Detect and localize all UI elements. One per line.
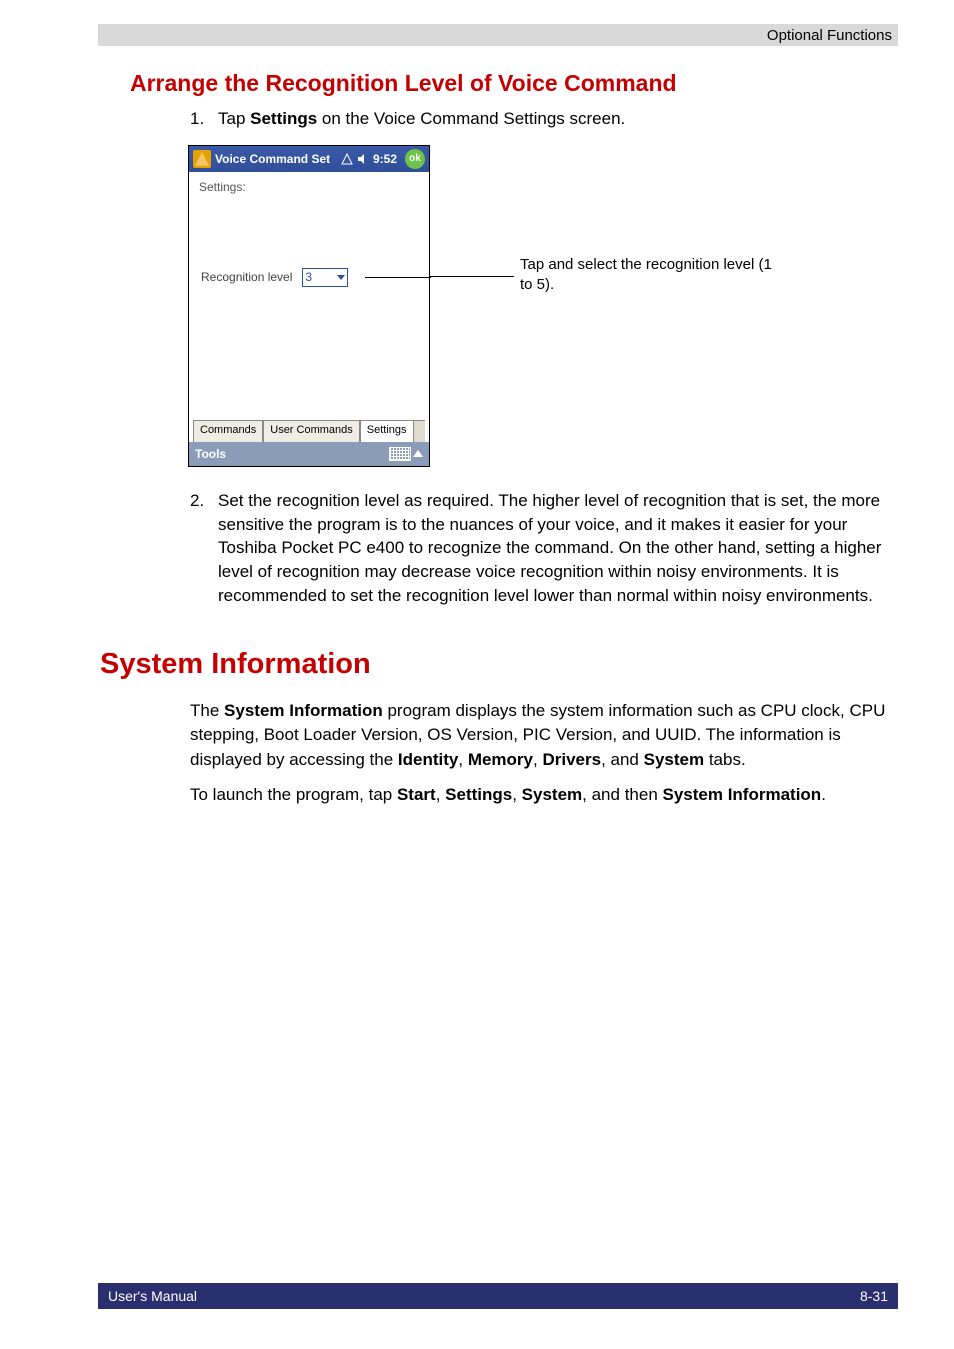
- device-tabs: Commands User Commands Settings: [193, 420, 425, 442]
- tab-settings[interactable]: Settings: [360, 420, 414, 442]
- section-label: Optional Functions: [767, 27, 892, 44]
- callout-leader-line-ext: [430, 276, 514, 277]
- tools-menu[interactable]: Tools: [195, 447, 226, 461]
- step-1: 1. Tap Settings on the Voice Command Set…: [190, 107, 898, 131]
- app-title: Voice Command Set: [215, 152, 330, 166]
- screenshot-with-callout: Voice Command Set 9:52 ok Settings: Reco…: [188, 145, 898, 467]
- step-number: 1.: [190, 107, 218, 131]
- recognition-row: Recognition level 3: [201, 268, 348, 287]
- keyboard-icon: [389, 447, 411, 461]
- step-text: Set the recognition level as required. T…: [218, 489, 898, 608]
- step-2: 2. Set the recognition level as required…: [190, 489, 898, 608]
- recognition-level-value: 3: [305, 270, 312, 284]
- tab-user-commands[interactable]: User Commands: [263, 420, 360, 442]
- signal-icon: [341, 153, 353, 165]
- status-icons: 9:52 ok: [341, 149, 425, 169]
- chapter-heading: System Information: [100, 648, 898, 681]
- tabs-fill: [414, 420, 425, 442]
- recognition-level-dropdown[interactable]: 3: [302, 268, 348, 287]
- input-panel-toggle[interactable]: [389, 447, 423, 461]
- start-icon: [193, 150, 211, 168]
- paragraph: To launch the program, tap Start, Settin…: [190, 783, 898, 808]
- device-body: Settings: Recognition level 3: [193, 172, 425, 418]
- device-screenshot: Voice Command Set 9:52 ok Settings: Reco…: [188, 145, 430, 467]
- device-toolbar: Tools: [189, 442, 429, 466]
- arrow-up-icon: [413, 450, 423, 457]
- ok-button[interactable]: ok: [405, 149, 425, 169]
- callout-text: Tap and select the recognition level (1 …: [520, 255, 780, 296]
- chevron-down-icon: [337, 275, 345, 280]
- callout-leader-line: [365, 277, 431, 278]
- step-number: 2.: [190, 489, 218, 608]
- tab-commands[interactable]: Commands: [193, 420, 263, 442]
- page-content: Arrange the Recognition Level of Voice C…: [130, 70, 898, 807]
- page-footer: User's Manual 8-31: [98, 1283, 898, 1309]
- recognition-label: Recognition level: [201, 270, 292, 284]
- footer-left: User's Manual: [108, 1288, 197, 1304]
- footer-page-number: 8-31: [860, 1288, 888, 1304]
- page-header: Optional Functions: [98, 24, 898, 46]
- clock-time: 9:52: [373, 152, 397, 166]
- speaker-icon: [357, 153, 369, 165]
- step-text: Tap Settings on the Voice Command Settin…: [218, 107, 898, 131]
- section-heading: Arrange the Recognition Level of Voice C…: [130, 70, 898, 97]
- paragraph: The System Information program displays …: [190, 699, 898, 773]
- settings-label: Settings:: [199, 180, 246, 194]
- device-titlebar: Voice Command Set 9:52 ok: [189, 146, 429, 172]
